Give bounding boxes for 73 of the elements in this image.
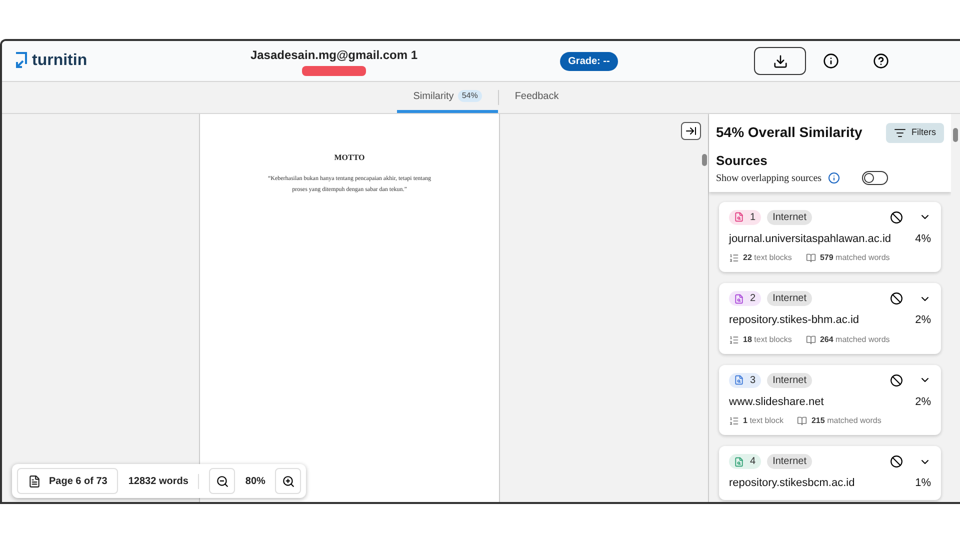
source-name: repository.stikesbcm.ac.id: [729, 476, 855, 491]
grade-badge: Grade: --: [560, 52, 618, 70]
help-button[interactable]: [872, 52, 890, 70]
list-icon: [729, 416, 739, 426]
source-type-tag: Internet: [766, 210, 812, 224]
source-number-badge: 2: [729, 291, 761, 306]
source-name: www.slideshare.net: [729, 394, 824, 410]
filter-icon: [894, 126, 906, 138]
redaction-bar: [302, 66, 366, 76]
scrollbar: [953, 128, 958, 142]
source-number-badge: 1: [729, 210, 761, 224]
zoom-level: 80%: [245, 474, 266, 488]
text-blocks-count: 1 text block: [743, 415, 784, 427]
matched-words-count: 215 matched words: [811, 415, 882, 427]
arrow-to-line-icon: [685, 125, 697, 137]
source-number-badge: 4: [729, 454, 761, 469]
logo-text: turnitin: [32, 51, 88, 71]
info-icon: [828, 172, 840, 184]
scrollbar: [702, 154, 707, 166]
book-icon: [797, 416, 808, 426]
book-icon: [806, 334, 816, 344]
source-percent: 2%: [915, 313, 931, 328]
source-percent: 1%: [915, 476, 931, 491]
tab[interactable]: Feedback: [498, 82, 575, 113]
document-search-icon: [734, 212, 744, 222]
document-heading: MOTTO: [334, 152, 365, 164]
zoom-in-icon: [282, 474, 295, 488]
download-button[interactable]: [754, 47, 806, 75]
zoom-out-button[interactable]: [209, 468, 236, 494]
document-icon: [28, 474, 41, 488]
matched-words-count: 579 matched words: [820, 252, 890, 264]
logo-icon: [14, 52, 28, 70]
source-percent: 4%: [915, 232, 931, 246]
sources-heading: Sources: [716, 152, 768, 170]
info-button[interactable]: [822, 52, 840, 70]
source-card[interactable]: 4 Internet repository.stikesbcm.ac.id 1%: [719, 446, 941, 500]
source-type-tag: Internet: [766, 454, 812, 469]
exclude-icon[interactable]: [890, 210, 903, 224]
text-blocks-count: 22 text blocks: [743, 252, 792, 264]
overlap-toggle[interactable]: [862, 171, 888, 185]
document-search-icon: [734, 456, 744, 466]
source-name: repository.stikes-bhm.ac.id: [729, 313, 860, 328]
help-icon: [873, 53, 889, 69]
source-card[interactable]: 3 Internet www.slideshare.net 2% 1 text block 215 matched words: [719, 364, 941, 435]
panel-title: 54% Overall Similarity: [716, 123, 862, 142]
source-card[interactable]: 1 Internet journal.universitaspahlawan.ac.id 4% 22 text blocks 579 matched words: [719, 202, 941, 272]
document-search-icon: [734, 294, 744, 304]
text-blocks-count: 18 text blocks: [743, 334, 792, 346]
list-icon: [729, 253, 739, 263]
info-icon: [823, 53, 839, 69]
source-type-tag: Internet: [766, 372, 812, 388]
filters-button[interactable]: Filters: [886, 122, 944, 142]
similarity-badge: 54%: [458, 90, 482, 102]
page-indicator[interactable]: Page 6 of 73: [17, 468, 118, 494]
exclude-icon[interactable]: [890, 455, 903, 468]
book-icon: [806, 253, 816, 263]
matched-words-count: 264 matched words: [820, 334, 890, 346]
exclude-icon[interactable]: [890, 292, 903, 305]
zoom-out-icon: [216, 474, 229, 488]
source-percent: 2%: [915, 394, 931, 410]
overlap-label: Show overlapping sources: [716, 172, 822, 186]
source-number-badge: 3: [729, 372, 761, 388]
source-name: journal.universitaspahlawan.ac.id: [729, 232, 892, 246]
word-count: 12832 words: [128, 474, 200, 488]
source-type-tag: Internet: [766, 291, 812, 306]
exclude-icon[interactable]: [890, 374, 903, 386]
zoom-in-button[interactable]: [275, 468, 302, 494]
source-card[interactable]: 2 Internet repository.stikes-bhm.ac.id 2% 18 text blocks 264 matched words: [719, 283, 941, 354]
submission-title: Jasadesain.mg@gmail.com 1: [250, 47, 418, 64]
collapse-panel-button[interactable]: [681, 122, 701, 140]
download-icon: [772, 54, 788, 68]
document-search-icon: [734, 375, 744, 385]
list-icon: [729, 334, 739, 344]
